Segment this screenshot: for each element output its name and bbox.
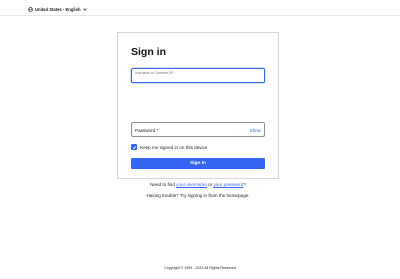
trouble-text: Having trouble? Try signing in from the … — [146, 193, 250, 198]
find-account-prefix: Need to find — [150, 182, 177, 187]
username-link[interactable]: your username — [176, 182, 207, 187]
find-account-suffix: ? — [243, 182, 246, 187]
show-password-button[interactable]: Show — [250, 128, 262, 133]
signin-card: Sign in Username or Customer ID* Passwor… — [117, 32, 279, 198]
locale-selector[interactable]: United States - English — [28, 7, 87, 12]
header-divider — [0, 15, 400, 16]
page-title: Sign in — [131, 46, 166, 58]
sign-in-button[interactable]: Sign In — [131, 158, 265, 169]
username-field[interactable]: Username or Customer ID* — [131, 68, 265, 83]
chevron-down-icon — [82, 8, 87, 11]
password-field[interactable]: Password * Show — [131, 122, 265, 137]
signin-page: United States - English Sign in Username… — [0, 0, 400, 279]
password-label: Password * — [135, 127, 159, 133]
copyright-footer: Copyright © 1999 - 2022 All Rights Reser… — [164, 266, 236, 270]
checkmark-icon — [132, 145, 136, 149]
find-account-text: Need to find your username or your passw… — [118, 182, 278, 187]
globe-icon — [28, 7, 33, 12]
locale-label: United States - English — [35, 7, 81, 12]
keep-signed-in-checkbox[interactable] — [131, 144, 137, 150]
password-link[interactable]: your password — [213, 182, 243, 187]
keep-signed-in-label: Keep me signed in on this device — [140, 144, 208, 150]
username-placeholder: Username or Customer ID* — [135, 71, 174, 75]
keep-signed-in-option[interactable]: Keep me signed in on this device — [131, 144, 207, 150]
